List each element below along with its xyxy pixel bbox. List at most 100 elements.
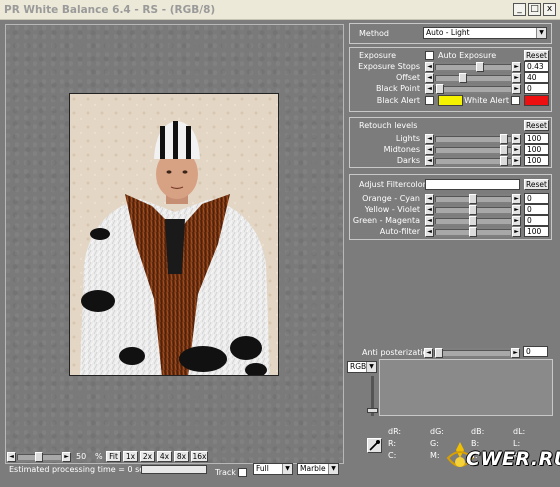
slider-left-arrow[interactable]: ◄ [7,452,16,462]
slider-right-arrow[interactable]: ► [62,452,71,462]
slider-thumb[interactable] [469,216,477,226]
slider-thumb[interactable] [469,227,477,237]
darks-input[interactable]: 100 [524,155,549,166]
exposure-stops-input[interactable]: 0.43 [524,61,549,72]
watermark-text: CWER.RU [466,448,560,470]
midtones-input[interactable]: 100 [524,144,549,155]
filtercolor-swatch[interactable] [425,179,520,190]
close-button[interactable]: x [543,3,556,16]
slider-left-arrow[interactable]: ◄ [425,194,434,204]
green-magenta-input[interactable]: 0 [524,215,549,226]
slider-right-arrow[interactable]: ► [512,156,521,166]
zoom-fit-button[interactable]: Fit [106,451,121,462]
white-alert-color-swatch[interactable] [524,95,549,106]
orange-cyan-input[interactable]: 0 [524,193,549,204]
slider-right-arrow[interactable]: ► [512,134,521,144]
black-point-input[interactable]: 0 [524,83,549,94]
mode-select-value: Full [256,464,269,473]
slider-left-arrow[interactable]: ◄ [425,62,434,72]
black-alert-checkbox[interactable] [425,96,434,105]
exposure-reset-button[interactable]: Reset [524,50,549,61]
slider-track[interactable] [435,64,511,70]
slider-left-arrow[interactable]: ◄ [424,348,433,358]
white-alert-checkbox[interactable] [511,96,520,105]
slider-left-arrow[interactable]: ◄ [425,134,434,144]
slider-left-arrow[interactable]: ◄ [425,156,434,166]
lights-label: Lights [395,134,420,143]
slider-right-arrow[interactable]: ► [512,62,521,72]
mode-select[interactable]: Full ▼ [253,463,293,475]
slider-track[interactable] [434,350,510,356]
zoom-slider[interactable]: ◄ ► [7,452,71,462]
slider-right-arrow[interactable]: ► [511,348,520,358]
exposure-stops-slider[interactable]: ◄ ► [425,62,521,72]
offset-slider[interactable]: ◄ ► [425,73,521,83]
lights-input[interactable]: 100 [524,133,549,144]
slider-right-arrow[interactable]: ► [512,194,521,204]
slider-track[interactable] [435,86,511,92]
track-checkbox[interactable] [238,468,247,477]
anti-posterization-slider[interactable]: ◄ ► [424,348,520,358]
orange-cyan-slider[interactable]: ◄ ► [425,194,521,204]
zoom-4x-button[interactable]: 4x [157,451,172,462]
readout-dB: dB: [471,427,485,436]
minimize-button[interactable]: _ [513,3,526,16]
yellow-violet-slider[interactable]: ◄ ► [425,205,521,215]
retouch-reset-button[interactable]: Reset [524,120,549,131]
preview-pane[interactable] [5,24,344,464]
background-select[interactable]: Marble ▼ [297,463,339,475]
slider-left-arrow[interactable]: ◄ [425,216,434,226]
auto-filter-slider[interactable]: ◄ ► [425,227,521,237]
eyedropper-button[interactable] [367,438,382,453]
zoom-8x-button[interactable]: 8x [174,451,189,462]
auto-filter-input[interactable]: 100 [524,226,549,237]
slider-right-arrow[interactable]: ► [512,216,521,226]
slider-left-arrow[interactable]: ◄ [425,73,434,83]
slider-right-arrow[interactable]: ► [512,145,521,155]
slider-thumb[interactable] [469,194,477,204]
slider-right-arrow[interactable]: ► [512,84,521,94]
lights-slider[interactable]: ◄ ► [425,134,521,144]
slider-left-arrow[interactable]: ◄ [425,227,434,237]
readout-C: C: [388,451,397,460]
background-select-value: Marble [300,464,326,473]
slider-left-arrow[interactable]: ◄ [425,205,434,215]
client-area: Method Auto - Light ▼ Exposure Auto Expo… [0,20,560,487]
preview-image[interactable] [69,93,279,376]
auto-exposure-checkbox[interactable] [425,51,434,60]
black-point-slider[interactable]: ◄ ► [425,84,521,94]
slider-thumb[interactable] [500,134,508,144]
zoom-16x-button[interactable]: 16x [191,451,208,462]
slider-left-arrow[interactable]: ◄ [425,145,434,155]
yellow-violet-input[interactable]: 0 [524,204,549,215]
channel-select[interactable]: RGB ▼ [347,361,377,373]
slider-left-arrow[interactable]: ◄ [425,84,434,94]
slider-thumb[interactable] [459,73,467,83]
filtercolor-reset-button[interactable]: Reset [524,179,549,190]
slider-track[interactable] [435,75,511,81]
green-magenta-slider[interactable]: ◄ ► [425,216,521,226]
midtones-slider[interactable]: ◄ ► [425,145,521,155]
zoom-1x-button[interactable]: 1x [123,451,138,462]
slider-thumb[interactable] [476,62,484,72]
black-alert-color-swatch[interactable] [438,95,463,106]
histogram-slider-thumb[interactable] [367,408,378,413]
zoom-2x-button[interactable]: 2x [140,451,155,462]
method-select[interactable]: Auto - Light ▼ [423,27,547,39]
slider-thumb[interactable] [435,348,443,358]
darks-slider[interactable]: ◄ ► [425,156,521,166]
maximize-button[interactable]: □ [528,3,541,16]
watermark: CWER.RU [440,438,560,478]
slider-thumb[interactable] [500,156,508,166]
slider-right-arrow[interactable]: ► [512,227,521,237]
white-alert-label: White Alert [464,96,509,105]
slider-thumb[interactable] [436,84,444,94]
anti-posterization-input[interactable]: 0 [523,346,548,357]
slider-right-arrow[interactable]: ► [512,73,521,83]
slider-thumb[interactable] [500,145,508,155]
slider-right-arrow[interactable]: ► [512,205,521,215]
slider-thumb[interactable] [35,452,43,462]
slider-thumb[interactable] [469,205,477,215]
channel-select-value: RGB [350,362,367,371]
offset-input[interactable]: 40 [524,72,549,83]
